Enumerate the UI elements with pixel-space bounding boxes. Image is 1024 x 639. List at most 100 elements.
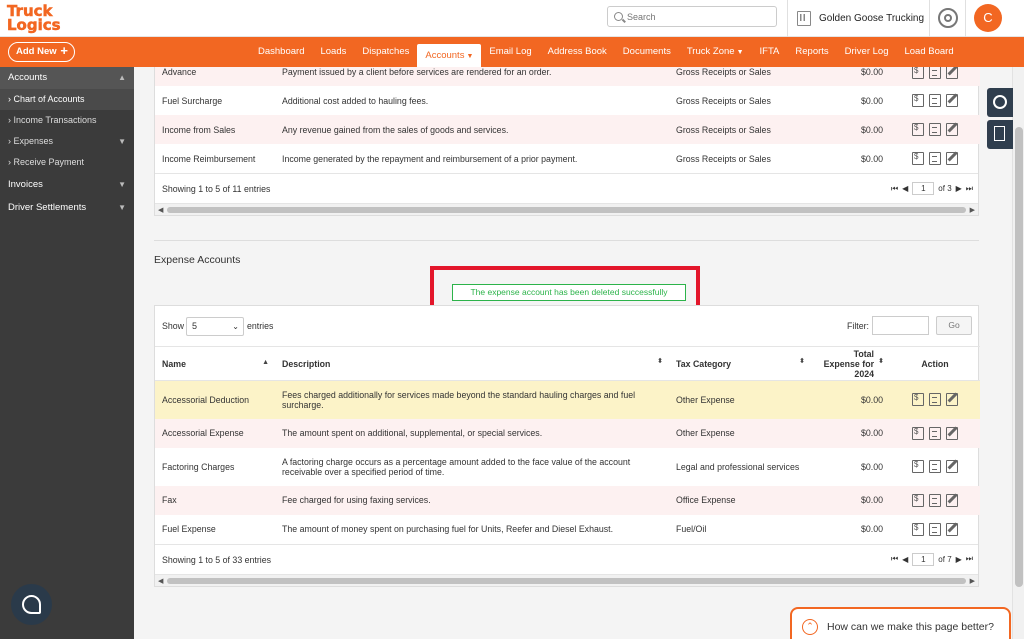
next-page-icon[interactable]: ▶: [956, 555, 962, 564]
first-page-icon[interactable]: ⏮: [891, 184, 898, 194]
document-icon[interactable]: [929, 123, 941, 136]
edit-icon[interactable]: [946, 426, 958, 440]
scroll-thumb[interactable]: [1015, 127, 1023, 587]
scroll-thumb[interactable]: [167, 577, 966, 584]
sidebar-item-label: Accounts: [8, 72, 48, 83]
column-header-name[interactable]: Name ▲: [155, 347, 275, 381]
edit-icon[interactable]: [946, 522, 958, 536]
last-page-icon[interactable]: ⏭: [966, 184, 973, 194]
sidebar-item-invoices[interactable]: Invoices ▼: [0, 173, 134, 196]
scroll-thumb[interactable]: [167, 207, 966, 213]
scroll-left-icon[interactable]: ◀: [158, 577, 163, 585]
edit-icon[interactable]: [946, 152, 958, 165]
document-icon[interactable]: [929, 522, 941, 536]
filter-input[interactable]: [872, 316, 929, 335]
column-header-total-expense[interactable]: Total Expense for 2024 ⬍: [811, 347, 890, 381]
document-icon[interactable]: [929, 493, 941, 507]
next-page-icon[interactable]: ▶: [956, 184, 962, 193]
document-icon[interactable]: [929, 152, 941, 165]
nav-load-board[interactable]: Load Board: [896, 37, 961, 67]
edit-icon[interactable]: [946, 67, 958, 79]
nav-loads[interactable]: Loads: [312, 37, 354, 67]
sidebar-item-driver-settlements[interactable]: Driver Settlements ▼: [0, 196, 134, 219]
table-row: Advance Payment issued by a client befor…: [155, 67, 980, 86]
edit-icon[interactable]: [946, 460, 958, 473]
page-scrollbar[interactable]: [1012, 67, 1024, 639]
sidebar-item-label: Expenses: [13, 136, 54, 146]
column-header-description[interactable]: Description ⬍: [275, 347, 669, 381]
last-page-icon[interactable]: ⏭: [966, 554, 973, 564]
column-header-tax-category[interactable]: Tax Category ⬍: [669, 347, 811, 381]
edit-icon[interactable]: [946, 94, 958, 107]
scroll-left-icon[interactable]: ◀: [158, 206, 163, 214]
document-icon[interactable]: [929, 426, 941, 440]
search-input[interactable]: [627, 9, 772, 24]
sort-icon: ⬍: [657, 358, 663, 365]
sidebar-item-chart-of-accounts[interactable]: › Chart of Accounts: [0, 89, 134, 110]
cell-actions: [890, 86, 980, 115]
nav-address-book[interactable]: Address Book: [540, 37, 615, 67]
sidebar-item-expenses[interactable]: › Expenses ▼: [0, 131, 134, 152]
user-avatar[interactable]: C: [974, 4, 1002, 32]
page-input[interactable]: 1: [912, 182, 935, 195]
nav-truck-zone-label: Truck Zone: [686, 46, 735, 57]
cell-amount: $0.00: [860, 461, 883, 472]
nav-ifta[interactable]: IFTA: [752, 37, 788, 67]
cell-amount: $0.00: [860, 95, 883, 106]
go-button[interactable]: Go: [936, 316, 972, 335]
transactions-icon[interactable]: [912, 493, 924, 507]
transactions-icon[interactable]: [912, 123, 924, 136]
transactions-icon[interactable]: [912, 152, 924, 165]
cell-description: Fee charged for using faxing services.: [275, 485, 669, 515]
nav-driver-log[interactable]: Driver Log: [837, 37, 897, 67]
transactions-icon[interactable]: [912, 67, 924, 79]
transactions-icon[interactable]: [912, 393, 924, 407]
header-label: Description: [282, 358, 331, 369]
table-controls: Show 5 ⌄ entries Filter: Go: [155, 306, 978, 346]
transactions-icon[interactable]: [912, 94, 924, 107]
page-input[interactable]: 1: [912, 552, 935, 566]
sidebar-item-income-transactions[interactable]: › Income Transactions: [0, 110, 134, 131]
edit-icon[interactable]: [946, 393, 958, 407]
edit-icon[interactable]: [946, 123, 958, 136]
prev-page-icon[interactable]: ◀: [902, 555, 908, 564]
document-icon[interactable]: [929, 94, 941, 107]
company-selector[interactable]: Golden Goose Trucking: [797, 9, 924, 27]
first-page-icon[interactable]: ⏮: [891, 554, 898, 564]
scroll-right-icon[interactable]: ▶: [970, 577, 975, 585]
building-icon: [797, 10, 811, 26]
add-new-button[interactable]: Add New +: [8, 42, 75, 62]
transactions-icon[interactable]: [912, 522, 924, 536]
sidebar-item-accounts[interactable]: Accounts ▲: [0, 67, 134, 89]
sidebar-item-label: Invoices: [8, 179, 43, 190]
nav-documents[interactable]: Documents: [615, 37, 679, 67]
nav-truck-zone[interactable]: Truck Zone ▼: [679, 37, 752, 67]
settings-gear-icon[interactable]: [938, 8, 958, 28]
nav-email-log[interactable]: Email Log: [481, 37, 539, 67]
nav-dispatches[interactable]: Dispatches: [354, 37, 417, 67]
show-label: Show: [162, 321, 185, 331]
search-box[interactable]: [607, 6, 777, 27]
transactions-icon[interactable]: [912, 426, 924, 440]
floating-settings-icon[interactable]: [987, 88, 1013, 117]
sidebar-item-receive-payment[interactable]: › Receive Payment: [0, 152, 134, 173]
feedback-widget[interactable]: ⌃ How can we make this page better?: [790, 607, 1011, 639]
document-icon[interactable]: [929, 460, 941, 473]
truck-logics-logo[interactable]: Truck Logics: [7, 2, 77, 35]
sidebar-item-label: Chart of Accounts: [13, 94, 85, 104]
nav-reports[interactable]: Reports: [787, 37, 836, 67]
nav-accounts[interactable]: Accounts ▼: [417, 44, 482, 67]
horizontal-scrollbar[interactable]: ◀ ▶: [155, 203, 978, 215]
horizontal-scrollbar[interactable]: ◀ ▶: [155, 573, 978, 586]
document-icon[interactable]: [929, 393, 941, 407]
scroll-right-icon[interactable]: ▶: [970, 206, 975, 214]
document-icon[interactable]: [929, 67, 941, 79]
page-size-select[interactable]: 5 ⌄: [186, 317, 244, 336]
prev-page-icon[interactable]: ◀: [902, 184, 908, 193]
income-accounts-card: Advance Payment issued by a client befor…: [154, 67, 980, 216]
nav-dashboard[interactable]: Dashboard: [250, 37, 312, 67]
floating-notes-icon[interactable]: [987, 120, 1013, 149]
edit-icon[interactable]: [946, 493, 958, 507]
chat-widget-icon[interactable]: [11, 584, 52, 625]
transactions-icon[interactable]: [912, 460, 924, 473]
